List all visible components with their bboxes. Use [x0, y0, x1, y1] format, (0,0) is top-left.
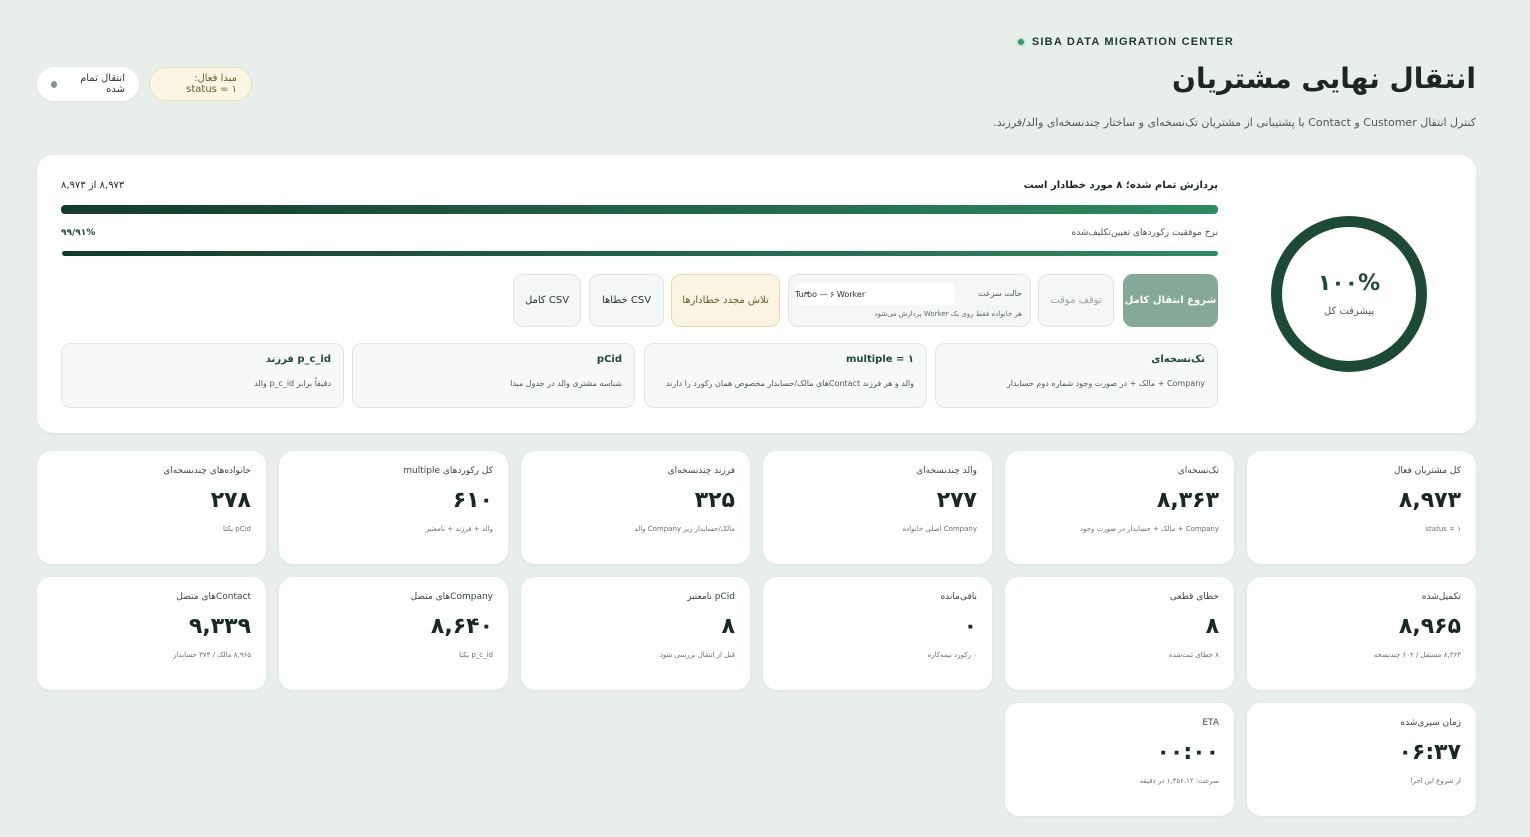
- stat-value: ۸: [721, 614, 735, 639]
- stat-card-multi-child: فرزند چندنسخه‌ای ۳۲۵ مالک/حسابدار زیر Co…: [521, 451, 750, 564]
- stat-label: تکمیل‌شده: [1421, 592, 1461, 602]
- stat-label: Companyهای متصل: [410, 592, 493, 602]
- success-rate-value: ۹۹/۹۱%: [61, 228, 96, 238]
- success-rate-label: نرخ موفقیت رکوردهای تعیین‌تکلیف‌شده: [1071, 228, 1218, 238]
- stat-label: کل مشتریان فعال: [1393, 466, 1461, 476]
- error-csv-button[interactable]: CSV خطاها: [589, 274, 664, 327]
- stat-value: ۶۱۰: [452, 488, 493, 513]
- source-filter-badge: مبدا فعال: status = ۱: [149, 67, 252, 101]
- stat-value: ۰: [963, 614, 977, 639]
- stat-caption: مالک/حسابدار زیر Company والد: [634, 525, 735, 533]
- stat-value: ۸,۹۶۵: [1398, 614, 1461, 639]
- success-rate-bar: [62, 251, 1218, 256]
- info-card-desc: والد و هر فرزند Contactهای مالک/حسابدار …: [665, 379, 914, 388]
- speed-mode-select[interactable]: Turbo — ۶ Worker ⌄: [795, 283, 955, 305]
- stat-caption: ۸,۳۶۳ مستقل / ۶۰۲ چندنسخه: [1373, 651, 1461, 659]
- info-card-pcid: pCid شناسه مشتری والد در جدول مبدا: [352, 343, 635, 408]
- stat-card-invalid-pcid: pCid نامعتبر ۸ قبل از انتقال بررسی شود: [521, 577, 750, 690]
- stat-card-families: خانواده‌های چندنسخه‌ای ۲۷۸ pCid یکتا: [37, 451, 266, 564]
- stat-caption: قبل از انتقال بررسی شود: [659, 651, 735, 659]
- stat-card-eta: ETA ۰۰:۰۰ سرعت: ۱,۳۵۶.۱۲ در دقیقه: [1005, 703, 1234, 816]
- stat-value: ۲۷۷: [936, 488, 977, 513]
- stat-card-remaining: باقی‌مانده ۰ ۰ رکورد نیمه‌کاره: [763, 577, 992, 690]
- stat-label: خانواده‌های چندنسخه‌ای: [163, 466, 251, 476]
- info-card-desc: Company + مالک + در صورت وجود شماره دوم …: [1006, 379, 1205, 388]
- stat-caption: ۰ رکورد نیمه‌کاره: [927, 651, 977, 659]
- stat-label: خطای قطعی: [1169, 592, 1219, 602]
- stat-card-multi-parent: والد چندنسخه‌ای ۲۷۷ Company اصلی خانواده: [763, 451, 992, 564]
- stat-caption: p_c_id یکتا: [459, 651, 493, 659]
- info-card-desc: دقیقاً برابر p_c_id والد: [254, 379, 331, 388]
- stat-value: ۸,۹۷۳: [1398, 488, 1461, 513]
- page-title: انتقال نهایی مشتریان: [1172, 62, 1476, 95]
- stat-value: ۸,۳۶۳: [1156, 488, 1219, 513]
- stat-label: باقی‌مانده: [940, 592, 977, 602]
- migration-status-badge: انتقال تمام شده: [37, 67, 139, 101]
- brand-text: SIBA DATA MIGRATION CENTER: [1031, 36, 1234, 48]
- stat-label: فرزند چندنسخه‌ای: [667, 466, 735, 476]
- info-card-title: تک‌نسخه‌ای: [1151, 354, 1205, 365]
- stat-value: ۸: [1205, 614, 1219, 639]
- stat-caption: Company + مالک + حسابدار در صورت وجود: [1079, 525, 1219, 533]
- stat-card-elapsed-time: زمان سپری‌شده ۰۶:۳۷ از شروع این اجرا: [1247, 703, 1476, 816]
- stat-label: تک‌نسخه‌ای: [1177, 466, 1219, 476]
- stat-label: زمان سپری‌شده: [1400, 718, 1461, 728]
- speed-mode-control: حالت سرعت Turbo — ۶ Worker ⌄ هر خانواده …: [788, 274, 1031, 327]
- info-card-pcid-child: p_c_id فرزند دقیقاً برابر p_c_id والد: [61, 343, 344, 408]
- stat-caption: از شروع این اجرا: [1410, 777, 1461, 785]
- stat-card-fatal-errors: خطای قطعی ۸ ۸ خطای ثبت‌شده: [1005, 577, 1234, 690]
- migration-control-panel: ۱۰۰% پیشرفت کل پردازش تمام شده؛ ۸ مورد خ…: [37, 155, 1476, 433]
- info-card-single: تک‌نسخه‌ای Company + مالک + در صورت وجود…: [935, 343, 1218, 408]
- stat-value: ۳۲۵: [694, 488, 735, 513]
- progress-count: ۸,۹۷۳ از ۸,۹۷۳: [61, 180, 125, 191]
- stat-card-linked-contacts: Contactهای متصل ۹,۳۳۹ ۸,۹۶۵ مالک / ۳۷۴ ح…: [37, 577, 266, 690]
- info-card-desc: شناسه مشتری والد در جدول مبدا: [510, 379, 622, 388]
- stat-card-completed: تکمیل‌شده ۸,۹۶۵ ۸,۳۶۳ مستقل / ۶۰۲ چندنسخ…: [1247, 577, 1476, 690]
- stat-caption: status = ۱: [1425, 525, 1461, 533]
- speed-mode-label: حالت سرعت: [978, 289, 1022, 298]
- overall-progress-label: پیشرفت کل: [1323, 306, 1375, 317]
- start-migration-button[interactable]: شروع انتقال کامل: [1123, 274, 1218, 327]
- stat-card-linked-companies: Companyهای متصل ۸,۶۴۰ p_c_id یکتا: [279, 577, 508, 690]
- overall-progress-value: ۱۰۰%: [1317, 271, 1381, 296]
- stat-label: والد چندنسخه‌ای: [916, 466, 977, 476]
- info-card-multiple: multiple = ۱ والد و هر فرزند Contactهای …: [644, 343, 927, 408]
- stat-caption: والد + فرزند + نامعتبر: [425, 525, 493, 533]
- stat-caption: ۸ خطای ثبت‌شده: [1168, 651, 1219, 659]
- stat-value: ۹,۳۳۹: [188, 614, 251, 639]
- progress-status-text: پردازش تمام شده؛ ۸ مورد خطادار است: [1023, 180, 1218, 191]
- overall-progress-ring: ۱۰۰% پیشرفت کل: [1271, 216, 1427, 372]
- stat-label: Contactهای متصل: [176, 592, 251, 602]
- stat-caption: سرعت: ۱,۳۵۶.۱۲ در دقیقه: [1139, 777, 1219, 785]
- stat-caption: pCid یکتا: [222, 525, 251, 533]
- stat-label: pCid نامعتبر: [687, 592, 735, 602]
- page-subtitle: کنترل انتقال Customer و Contact با پشتیب…: [993, 116, 1476, 129]
- stat-card-single: تک‌نسخه‌ای ۸,۳۶۳ Company + مالک + حسابدا…: [1005, 451, 1234, 564]
- brand-label: SIBA DATA MIGRATION CENTER: [1015, 36, 1234, 48]
- stat-caption: Company اصلی خانواده: [902, 525, 977, 533]
- status-dot-icon: [51, 80, 58, 88]
- full-csv-button[interactable]: CSV کامل: [513, 274, 581, 327]
- pause-button[interactable]: توقف موقت: [1038, 274, 1114, 327]
- info-card-title: pCid: [596, 354, 622, 365]
- info-card-title: multiple = ۱: [846, 354, 914, 365]
- progress-bar: [61, 205, 1218, 214]
- status-text: انتقال تمام شده: [80, 73, 125, 95]
- retry-failed-button[interactable]: تلاش مجدد خطادارها: [671, 274, 780, 327]
- status-dot-icon: [1015, 37, 1026, 47]
- stat-label: ETA: [1202, 718, 1219, 728]
- stat-label: کل رکوردهای multiple: [403, 466, 493, 476]
- speed-mode-hint: هر خانواده فقط روی یک Worker پردازش می‌ش…: [874, 310, 1022, 318]
- source-filter-text: مبدا فعال: status = ۱: [186, 73, 237, 95]
- stat-value: ۰۶:۳۷: [1398, 740, 1461, 765]
- chevron-down-icon: ⌄: [803, 286, 812, 297]
- stat-value: ۸,۶۴۰: [430, 614, 493, 639]
- info-card-title: p_c_id فرزند: [265, 354, 331, 365]
- stat-card-multiple-records: کل رکوردهای multiple ۶۱۰ والد + فرزند + …: [279, 451, 508, 564]
- stat-value: ۰۰:۰۰: [1156, 740, 1219, 765]
- stat-card-active-customers: کل مشتریان فعال ۸,۹۷۳ status = ۱: [1247, 451, 1476, 564]
- stat-value: ۲۷۸: [210, 488, 251, 513]
- stat-caption: ۸,۹۶۵ مالک / ۳۷۴ حسابدار: [173, 651, 251, 659]
